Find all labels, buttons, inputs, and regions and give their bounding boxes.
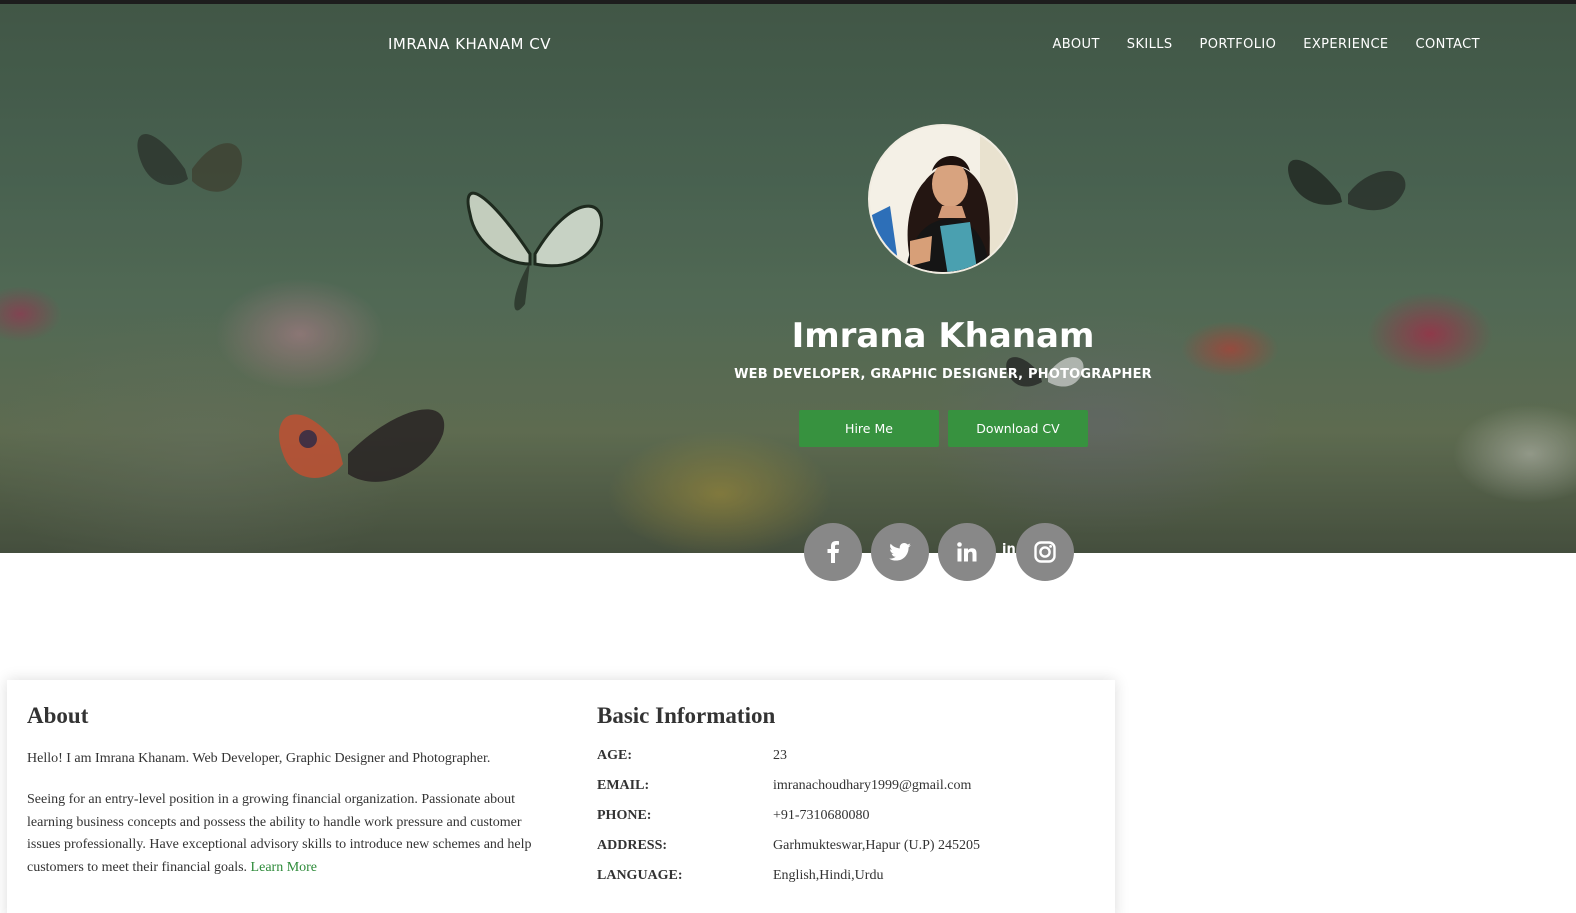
hero-section: IMRANA KHANAM CV ABOUT SKILLS PORTFOLIO … xyxy=(0,4,1576,553)
about-heading: About xyxy=(27,703,89,728)
hire-me-button[interactable]: Hire Me xyxy=(799,410,939,447)
info-label: ADDRESS: xyxy=(597,838,668,853)
twitter-icon[interactable] xyxy=(871,523,929,581)
hero-overlay xyxy=(0,4,1576,553)
basic-info-heading: Basic Information xyxy=(597,703,776,728)
info-label: EMAIL: xyxy=(597,778,650,793)
linkedin-stray-text: in xyxy=(1002,542,1016,557)
butterfly-icon xyxy=(137,134,242,192)
info-label: PHONE: xyxy=(597,808,652,823)
nav-contact[interactable]: CONTACT xyxy=(1416,37,1480,52)
about-intro: Hello! I am Imrana Khanam. Web Developer… xyxy=(27,751,491,766)
nav-portfolio[interactable]: PORTFOLIO xyxy=(1200,37,1277,52)
hero-roles: WEB DEVELOPER, GRAPHIC DESIGNER, PHOTOGR… xyxy=(734,367,1152,382)
info-value: 23 xyxy=(773,748,787,763)
instagram-icon[interactable] xyxy=(1016,523,1074,581)
info-value: Garhmukteswar,Hapur (U.P) 245205 xyxy=(773,838,981,853)
linkedin-icon[interactable] xyxy=(938,523,996,581)
butterfly-icon xyxy=(1288,159,1406,211)
info-value: English,Hindi,Urdu xyxy=(773,868,884,883)
brand-logo[interactable]: IMRANA KHANAM CV xyxy=(388,35,551,53)
info-label: LANGUAGE: xyxy=(597,868,683,883)
facebook-icon[interactable] xyxy=(804,523,862,581)
nav-skills[interactable]: SKILLS xyxy=(1127,37,1173,52)
nav-experience[interactable]: EXPERIENCE xyxy=(1303,37,1388,52)
butterfly-icon xyxy=(279,409,445,482)
about-body: Seeing for an entry-level position in a … xyxy=(27,789,537,879)
info-value: +91-7310680080 xyxy=(773,808,870,823)
profile-avatar xyxy=(868,124,1018,274)
download-cv-button[interactable]: Download CV xyxy=(948,410,1088,447)
nav-about[interactable]: ABOUT xyxy=(1053,37,1100,52)
info-label: AGE: xyxy=(597,748,632,763)
info-value: imranachoudhary1999@gmail.com xyxy=(773,778,972,793)
learn-more-link[interactable]: Learn More xyxy=(251,860,317,875)
main-nav: ABOUT SKILLS PORTFOLIO EXPERIENCE CONTAC… xyxy=(1026,37,1480,52)
hero-name: Imrana Khanam xyxy=(791,316,1095,356)
